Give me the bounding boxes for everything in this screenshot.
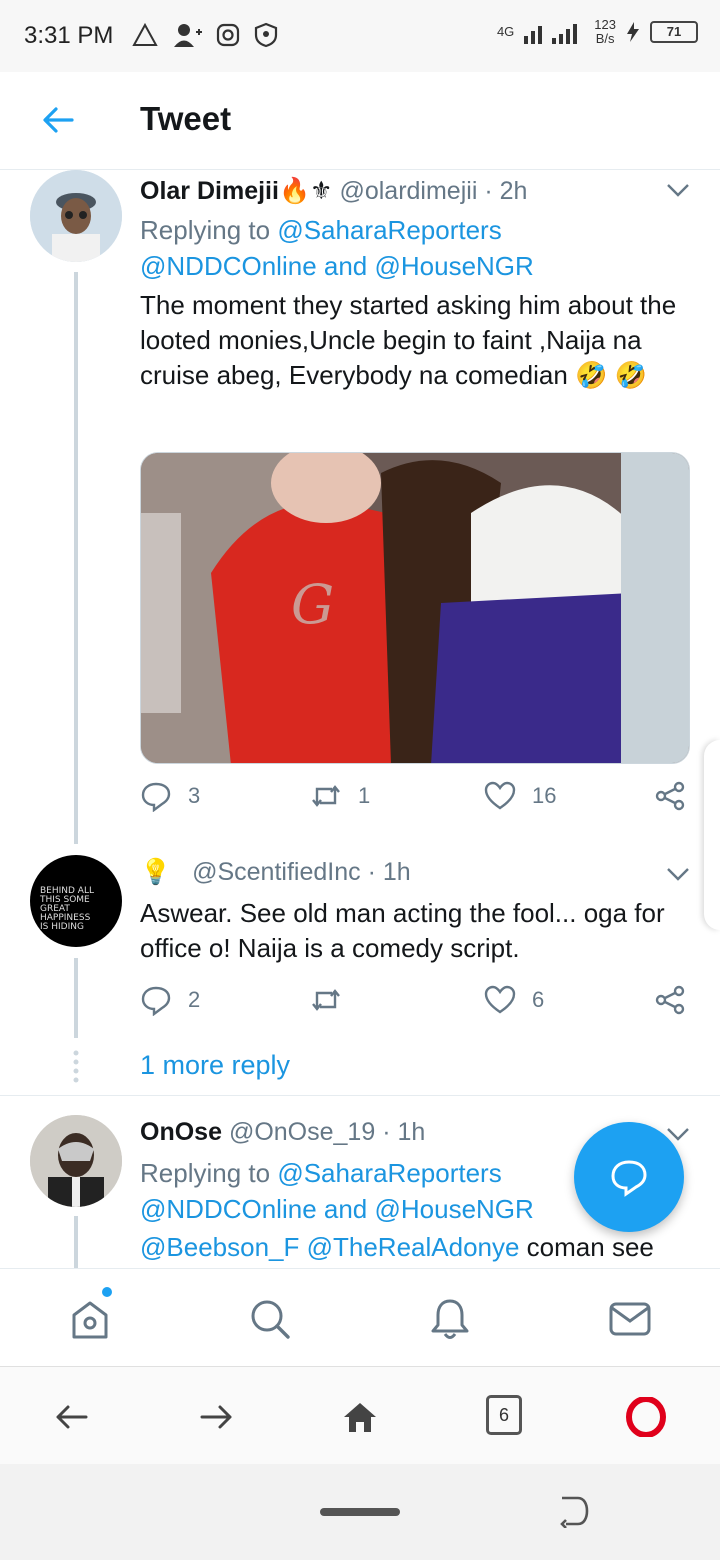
bottom-nav [0, 1268, 720, 1366]
browser-back-icon[interactable] [52, 1397, 92, 1437]
browser-forward-icon[interactable] [196, 1397, 236, 1437]
search-icon[interactable] [248, 1297, 292, 1341]
avatar[interactable] [30, 1115, 122, 1207]
tweet-time: · 1h [382, 1118, 426, 1146]
edge-panel-handle[interactable] [704, 740, 720, 930]
opera-menu-icon[interactable] [626, 1397, 666, 1437]
notification-dot [102, 1287, 112, 1297]
mention-link[interactable]: @SaharaReporters [277, 1158, 501, 1188]
home-icon[interactable] [68, 1297, 112, 1341]
tab-switcher-button[interactable]: 6 [486, 1395, 522, 1435]
notifications-bell-icon[interactable] [428, 1297, 472, 1341]
home-gesture-pill[interactable] [320, 1508, 400, 1516]
browser-home-icon[interactable] [340, 1397, 380, 1437]
rotate-icon[interactable] [556, 1494, 590, 1528]
user-name[interactable]: OnOse [140, 1118, 222, 1146]
mention-link[interactable]: @Beebson_F @TheRealAdonye [140, 1232, 519, 1262]
compose-reply-button[interactable] [574, 1122, 684, 1232]
tweet-text: @Beebson_F @TheRealAdonye coman see [140, 1232, 654, 1262]
thread-line [74, 1216, 78, 1268]
system-navigation-bar [0, 1464, 720, 1560]
messages-envelope-icon[interactable] [608, 1297, 652, 1341]
tweet-onose[interactable]: OnOse @OnOse_19 · 1h Replying to @Sahara… [0, 0, 720, 1268]
chat-bubble-icon [611, 1160, 647, 1197]
browser-toolbar: 6 [0, 1366, 720, 1464]
mention-link[interactable]: @NDDCOnline and @HouseNGR [140, 1194, 534, 1224]
user-handle[interactable]: @OnOse_19 [229, 1118, 375, 1146]
